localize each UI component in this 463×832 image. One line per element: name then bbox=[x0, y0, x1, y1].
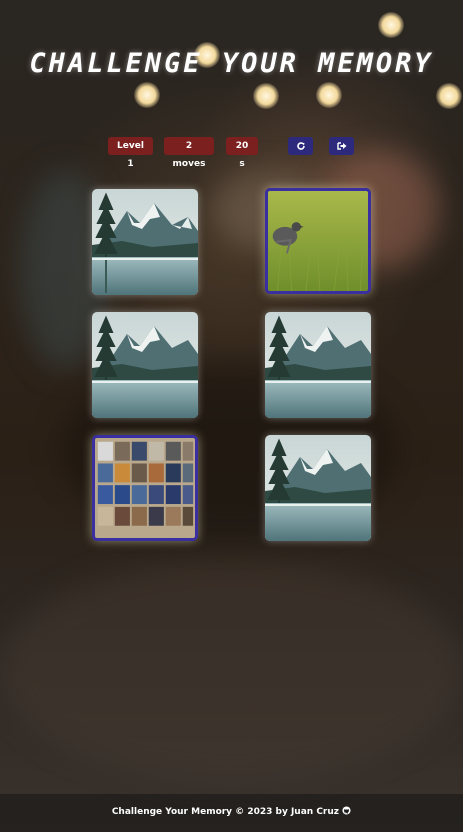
light-bulb bbox=[436, 83, 462, 109]
memory-card-mountain-lake[interactable] bbox=[92, 312, 198, 418]
mountain-lake-image bbox=[92, 189, 198, 295]
restart-button[interactable] bbox=[288, 137, 313, 155]
mountain-lake-image bbox=[265, 435, 371, 541]
footer: Challenge Your Memory © 2023 by Juan Cru… bbox=[0, 794, 463, 832]
memory-card-bird[interactable] bbox=[265, 188, 371, 294]
timer-badge: 20 s bbox=[226, 137, 258, 169]
light-bulb bbox=[378, 12, 404, 38]
bird-in-grass-image bbox=[268, 191, 368, 291]
memory-card-mountain-lake[interactable] bbox=[265, 312, 371, 418]
movie-shelf-image bbox=[95, 438, 195, 538]
footer-text: Challenge Your Memory © 2023 by Juan Cru… bbox=[111, 807, 340, 817]
background-scene bbox=[0, 0, 463, 832]
light-bulb bbox=[316, 82, 342, 108]
exit-button[interactable] bbox=[329, 137, 354, 155]
mountain-lake-image bbox=[265, 312, 371, 418]
level-badge: Level 1 bbox=[108, 137, 153, 169]
bg-blob bbox=[0, 560, 463, 780]
refresh-icon bbox=[296, 142, 305, 150]
moves-badge: 2 moves bbox=[164, 137, 214, 169]
light-bulb bbox=[134, 82, 160, 108]
page-title: CHALLENGE YOUR MEMORY bbox=[29, 48, 434, 79]
github-icon[interactable] bbox=[342, 806, 351, 815]
memory-card-movie-shelf[interactable] bbox=[92, 435, 198, 541]
mountain-lake-image bbox=[92, 312, 198, 418]
light-bulb bbox=[253, 83, 279, 109]
memory-card-mountain-lake[interactable] bbox=[92, 189, 198, 295]
sign-out-icon bbox=[336, 142, 346, 150]
memory-card-mountain-lake[interactable] bbox=[265, 435, 371, 541]
